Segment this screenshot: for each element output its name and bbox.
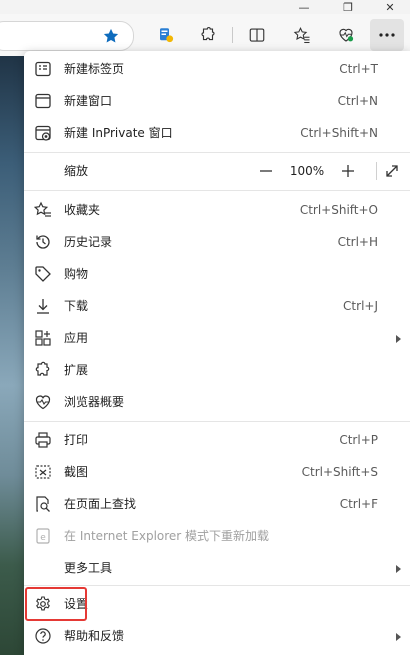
extensions-puzzle-icon: [34, 361, 52, 379]
toolbar-divider: [232, 27, 233, 43]
zoom-label: 缩放: [64, 164, 89, 178]
menu-item-shortcut: Ctrl+T: [339, 62, 378, 76]
full-screen-button[interactable]: [382, 161, 402, 181]
menu-item-browser-essentials[interactable]: 浏览器概要: [24, 386, 410, 418]
menu-item-help-and-feedback[interactable]: 帮助和反馈: [24, 620, 410, 652]
plus-icon: [342, 165, 354, 177]
submenu-arrow-icon: [396, 565, 401, 573]
submenu-arrow-icon: [396, 335, 401, 343]
svg-text:e: e: [40, 533, 46, 543]
menu-item-new-tab[interactable]: 新建标签页 Ctrl+T: [24, 53, 410, 85]
menu-item-shortcut: Ctrl+Shift+S: [301, 465, 378, 479]
settings-and-more-menu: 新建标签页 Ctrl+T 新建窗口 Ctrl+N 新建 InPrivate 窗口…: [24, 51, 410, 655]
menu-item-label: 应用: [64, 331, 89, 345]
menu-item-shortcut: Ctrl+F: [339, 497, 378, 511]
minimize-icon: —: [298, 0, 310, 14]
zoom-divider: [376, 162, 377, 180]
menu-item-label: 在页面上查找: [64, 497, 137, 511]
menu-item-shortcut: Ctrl+H: [337, 235, 378, 249]
history-icon: [34, 233, 52, 251]
menu-item-label: 帮助和反馈: [64, 629, 125, 643]
extensions-puzzle-icon[interactable]: [196, 23, 220, 47]
title-bar: — ❐ ✕: [0, 0, 410, 14]
menu-divider: [24, 421, 410, 422]
menu-item-label: 更多工具: [64, 561, 113, 575]
zoom-out-button[interactable]: [256, 161, 276, 181]
help-icon: [34, 627, 52, 645]
inprivate-window-icon: [34, 124, 52, 142]
menu-item-shortcut: Ctrl+Shift+O: [299, 203, 378, 217]
menu-item-shortcut: Ctrl+Shift+N: [300, 126, 378, 140]
screenshot-icon: [34, 463, 52, 481]
close-icon: ✕: [385, 0, 395, 14]
menu-item-apps[interactable]: 应用: [24, 322, 410, 354]
extension-badge-icon[interactable]: [154, 23, 178, 47]
menu-item-label: 扩展: [64, 363, 89, 377]
split-screen-icon[interactable]: [245, 23, 269, 47]
printer-icon: [34, 431, 52, 449]
menu-divider: [24, 190, 410, 191]
find-on-page-icon: [34, 495, 52, 513]
zoom-in-button[interactable]: [338, 161, 358, 181]
menu-item-shortcut: Ctrl+P: [339, 433, 378, 447]
menu-item-shopping[interactable]: 购物: [24, 258, 410, 290]
favorites-icon[interactable]: [290, 23, 314, 47]
new-tab-icon: [34, 60, 52, 78]
browser-toolbar: [0, 14, 410, 56]
menu-item-history[interactable]: 历史记录 Ctrl+H: [24, 226, 410, 258]
more-options-button[interactable]: [370, 19, 404, 51]
internet-explorer-icon: e: [34, 527, 52, 545]
menu-item-label: 购物: [64, 267, 89, 281]
close-button[interactable]: ✕: [370, 0, 410, 14]
menu-item-screenshot[interactable]: 截图 Ctrl+Shift+S: [24, 456, 410, 488]
menu-item-label: 新建标签页: [64, 62, 125, 76]
menu-item-new-inprivate-window[interactable]: 新建 InPrivate 窗口 Ctrl+Shift+N: [24, 117, 410, 149]
new-window-icon: [34, 92, 52, 110]
full-screen-icon: [386, 165, 398, 177]
menu-item-label: 收藏夹: [64, 203, 101, 217]
menu-item-extensions[interactable]: 扩展: [24, 354, 410, 386]
menu-item-reload-ie-mode[interactable]: e 在 Internet Explorer 模式下重新加载: [24, 520, 410, 552]
menu-item-shortcut: Ctrl+J: [343, 299, 378, 313]
menu-item-label: 浏览器概要: [64, 395, 125, 409]
restore-icon: ❐: [343, 0, 353, 14]
zoom-row: 缩放 100%: [24, 155, 410, 187]
apps-icon: [34, 329, 52, 347]
menu-item-more-tools[interactable]: 更多工具: [24, 552, 410, 584]
menu-item-label: 下载: [64, 299, 89, 313]
menu-item-label: 历史记录: [64, 235, 113, 249]
browser-essentials-icon[interactable]: [334, 23, 358, 47]
menu-item-label: 新建 InPrivate 窗口: [64, 126, 173, 140]
menu-divider: [24, 585, 410, 586]
heart-pulse-icon: [34, 393, 52, 411]
menu-item-new-window[interactable]: 新建窗口 Ctrl+N: [24, 85, 410, 117]
more-options-icon: [379, 33, 395, 37]
submenu-arrow-icon: [396, 633, 401, 641]
settings-highlight-box: [25, 587, 87, 621]
menu-item-print[interactable]: 打印 Ctrl+P: [24, 424, 410, 456]
minimize-button[interactable]: —: [284, 0, 324, 14]
address-bar[interactable]: [0, 21, 134, 51]
zoom-level: 100%: [289, 164, 325, 178]
favorite-star-icon[interactable]: [99, 24, 123, 48]
menu-item-downloads[interactable]: 下载 Ctrl+J: [24, 290, 410, 322]
menu-divider: [24, 152, 410, 153]
page-background-image: [0, 56, 24, 655]
favorites-icon: [34, 201, 52, 219]
minus-icon: [260, 170, 272, 172]
menu-item-label: 截图: [64, 465, 89, 479]
download-icon: [34, 297, 52, 315]
menu-item-label: 在 Internet Explorer 模式下重新加载: [64, 529, 270, 543]
menu-item-favorites[interactable]: 收藏夹 Ctrl+Shift+O: [24, 194, 410, 226]
menu-item-find-on-page[interactable]: 在页面上查找 Ctrl+F: [24, 488, 410, 520]
menu-item-shortcut: Ctrl+N: [337, 94, 378, 108]
menu-item-label: 打印: [64, 433, 89, 447]
tag-icon: [34, 265, 52, 283]
restore-button[interactable]: ❐: [328, 0, 368, 14]
menu-item-label: 新建窗口: [64, 94, 113, 108]
